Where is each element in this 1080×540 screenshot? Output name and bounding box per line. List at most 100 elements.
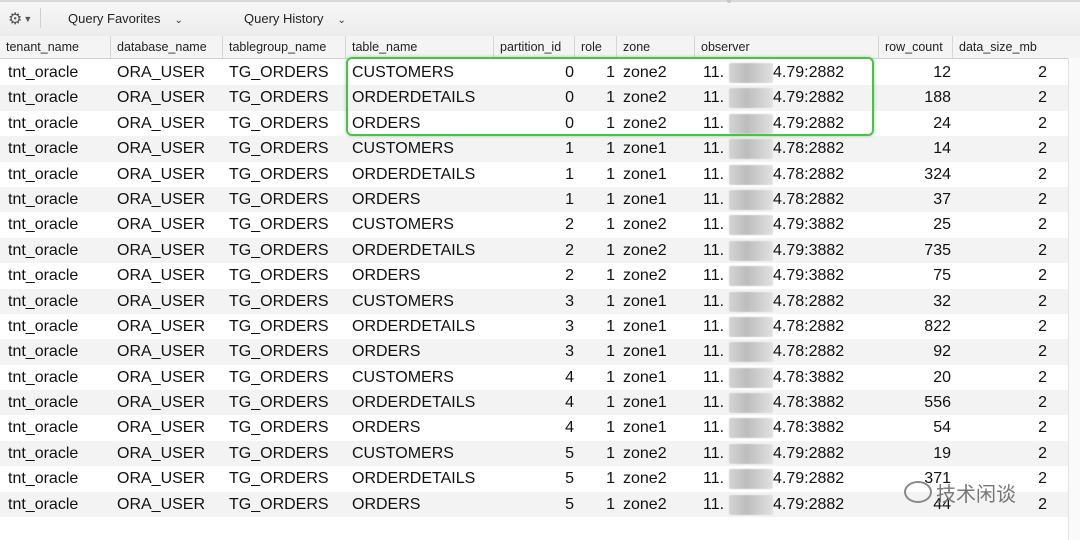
column-header[interactable]: database_name bbox=[111, 36, 223, 58]
cell-tenant-name[interactable]: tnt_oracle bbox=[8, 238, 108, 263]
results-grid[interactable]: tnt_oracle ORA_USER TG_ORDERS CUSTOMERS 0 1 zo… bbox=[0, 60, 1080, 518]
cell-table-name[interactable]: CUSTOMERS bbox=[352, 441, 492, 466]
cell-observer-suffix[interactable]: 4.78:2882 bbox=[773, 136, 863, 161]
cell-tablegroup-name[interactable]: TG_ORDERS bbox=[229, 441, 344, 466]
cell-database-name[interactable]: ORA_USER bbox=[117, 238, 221, 263]
cell-row-count[interactable]: 54 bbox=[879, 415, 951, 440]
cell-table-name[interactable]: ORDERS bbox=[352, 111, 492, 136]
cell-tablegroup-name[interactable]: TG_ORDERS bbox=[229, 466, 344, 491]
cell-zone[interactable]: zone2 bbox=[623, 60, 693, 85]
cell-data-size-mb[interactable]: 2 bbox=[953, 136, 1047, 161]
cell-partition-id[interactable]: 5 bbox=[494, 466, 574, 491]
cell-data-size-mb[interactable]: 2 bbox=[953, 441, 1047, 466]
cell-tenant-name[interactable]: tnt_oracle bbox=[8, 263, 108, 288]
cell-row-count[interactable]: 19 bbox=[879, 441, 951, 466]
cell-tenant-name[interactable]: tnt_oracle bbox=[8, 466, 108, 491]
table-row[interactable]: tnt_oracle ORA_USER TG_ORDERS ORDERS 1 1 zone1… bbox=[0, 186, 1080, 213]
cell-observer-suffix[interactable]: 4.78:3882 bbox=[773, 415, 863, 440]
table-row[interactable]: tnt_oracle ORA_USER TG_ORDERS CUSTOMERS 3 1 zo… bbox=[0, 288, 1080, 314]
cell-partition-id[interactable]: 4 bbox=[494, 365, 574, 390]
cell-table-name[interactable]: ORDERS bbox=[352, 492, 492, 517]
cell-data-size-mb[interactable]: 2 bbox=[953, 187, 1047, 212]
cell-observer-suffix[interactable]: 4.78:2882 bbox=[773, 339, 863, 364]
cell-table-name[interactable]: ORDERDETAILS bbox=[352, 390, 492, 415]
cell-role[interactable]: 1 bbox=[575, 187, 615, 212]
cell-role[interactable]: 1 bbox=[575, 111, 615, 136]
cell-observer-prefix[interactable]: 11. bbox=[703, 466, 729, 491]
cell-tablegroup-name[interactable]: TG_ORDERS bbox=[229, 136, 344, 161]
cell-role[interactable]: 1 bbox=[575, 466, 615, 491]
cell-partition-id[interactable]: 3 bbox=[494, 339, 574, 364]
column-header[interactable]: role bbox=[575, 36, 617, 58]
cell-tablegroup-name[interactable]: TG_ORDERS bbox=[229, 263, 344, 288]
cell-partition-id[interactable]: 1 bbox=[494, 136, 574, 161]
cell-database-name[interactable]: ORA_USER bbox=[117, 339, 221, 364]
cell-role[interactable]: 1 bbox=[575, 365, 615, 390]
cell-tenant-name[interactable]: tnt_oracle bbox=[8, 390, 108, 415]
cell-observer-prefix[interactable]: 11. bbox=[703, 263, 729, 288]
cell-observer-suffix[interactable]: 4.79:3882 bbox=[773, 238, 863, 263]
cell-table-name[interactable]: CUSTOMERS bbox=[352, 365, 492, 390]
cell-tenant-name[interactable]: tnt_oracle bbox=[8, 136, 108, 161]
cell-tenant-name[interactable]: tnt_oracle bbox=[8, 85, 108, 110]
cell-partition-id[interactable]: 4 bbox=[494, 390, 574, 415]
column-header[interactable]: tablegroup_name bbox=[223, 36, 346, 58]
cell-data-size-mb[interactable]: 2 bbox=[953, 415, 1047, 440]
column-header[interactable]: partition_id bbox=[494, 36, 575, 58]
cell-tablegroup-name[interactable]: TG_ORDERS bbox=[229, 85, 344, 110]
table-row[interactable]: tnt_oracle ORA_USER TG_ORDERS ORDERS 3 1 zone1… bbox=[0, 339, 1080, 365]
cell-role[interactable]: 1 bbox=[575, 339, 615, 364]
cell-database-name[interactable]: ORA_USER bbox=[117, 466, 221, 491]
cell-zone[interactable]: zone1 bbox=[623, 365, 693, 390]
cell-observer-suffix[interactable]: 4.79:3882 bbox=[773, 212, 863, 237]
cell-tenant-name[interactable]: tnt_oracle bbox=[8, 492, 108, 517]
cell-tenant-name[interactable]: tnt_oracle bbox=[8, 289, 108, 314]
cell-role[interactable]: 1 bbox=[575, 314, 615, 339]
cell-observer-suffix[interactable]: 4.79:2882 bbox=[773, 492, 863, 517]
cell-tablegroup-name[interactable]: TG_ORDERS bbox=[229, 314, 344, 339]
cell-tenant-name[interactable]: tnt_oracle bbox=[8, 314, 108, 339]
column-header[interactable]: zone bbox=[617, 36, 695, 58]
cell-observer-prefix[interactable]: 11. bbox=[703, 60, 729, 85]
cell-role[interactable]: 1 bbox=[575, 415, 615, 440]
cell-zone[interactable]: zone2 bbox=[623, 238, 693, 263]
cell-tenant-name[interactable]: tnt_oracle bbox=[8, 339, 108, 364]
cell-data-size-mb[interactable]: 2 bbox=[953, 212, 1047, 237]
cell-role[interactable]: 1 bbox=[575, 441, 615, 466]
cell-tablegroup-name[interactable]: TG_ORDERS bbox=[229, 238, 344, 263]
cell-data-size-mb[interactable]: 2 bbox=[953, 339, 1047, 364]
cell-observer-prefix[interactable]: 11. bbox=[703, 136, 729, 161]
cell-table-name[interactable]: CUSTOMERS bbox=[352, 136, 492, 161]
cell-zone[interactable]: zone2 bbox=[623, 212, 693, 237]
cell-row-count[interactable]: 12 bbox=[879, 60, 951, 85]
cell-table-name[interactable]: ORDERDETAILS bbox=[352, 466, 492, 491]
cell-table-name[interactable]: ORDERDETAILS bbox=[352, 85, 492, 110]
cell-tenant-name[interactable]: tnt_oracle bbox=[8, 441, 108, 466]
cell-partition-id[interactable]: 0 bbox=[494, 111, 574, 136]
cell-database-name[interactable]: ORA_USER bbox=[117, 390, 221, 415]
cell-partition-id[interactable]: 0 bbox=[494, 85, 574, 110]
cell-partition-id[interactable]: 1 bbox=[494, 162, 574, 187]
cell-row-count[interactable]: 324 bbox=[879, 162, 951, 187]
cell-database-name[interactable]: ORA_USER bbox=[117, 289, 221, 314]
cell-tablegroup-name[interactable]: TG_ORDERS bbox=[229, 339, 344, 364]
cell-tenant-name[interactable]: tnt_oracle bbox=[8, 162, 108, 187]
cell-partition-id[interactable]: 5 bbox=[494, 441, 574, 466]
query-history-menu[interactable]: Query History ⌄ bbox=[244, 11, 346, 26]
cell-observer-prefix[interactable]: 11. bbox=[703, 111, 729, 136]
cell-tablegroup-name[interactable]: TG_ORDERS bbox=[229, 390, 344, 415]
cell-observer-suffix[interactable]: 4.79:3882 bbox=[773, 263, 863, 288]
cell-database-name[interactable]: ORA_USER bbox=[117, 365, 221, 390]
cell-observer-prefix[interactable]: 11. bbox=[703, 162, 729, 187]
table-row[interactable]: tnt_oracle ORA_USER TG_ORDERS ORDERS 0 1 zone2… bbox=[0, 111, 1080, 136]
column-header[interactable]: tenant_name bbox=[0, 36, 111, 58]
cell-table-name[interactable]: ORDERDETAILS bbox=[352, 238, 492, 263]
cell-database-name[interactable]: ORA_USER bbox=[117, 263, 221, 288]
table-row[interactable]: tnt_oracle ORA_USER TG_ORDERS ORDERS 2 1 zone2… bbox=[0, 263, 1080, 288]
table-row[interactable]: tnt_oracle ORA_USER TG_ORDERS ORDERS 4 1 zone1… bbox=[0, 415, 1080, 440]
cell-observer-prefix[interactable]: 11. bbox=[703, 415, 729, 440]
table-row[interactable]: tnt_oracle ORA_USER TG_ORDERS CUSTOMERS 2 1 zo… bbox=[0, 212, 1080, 237]
cell-partition-id[interactable]: 2 bbox=[494, 212, 574, 237]
column-header[interactable]: row_count bbox=[879, 36, 953, 58]
cell-database-name[interactable]: ORA_USER bbox=[117, 162, 221, 187]
